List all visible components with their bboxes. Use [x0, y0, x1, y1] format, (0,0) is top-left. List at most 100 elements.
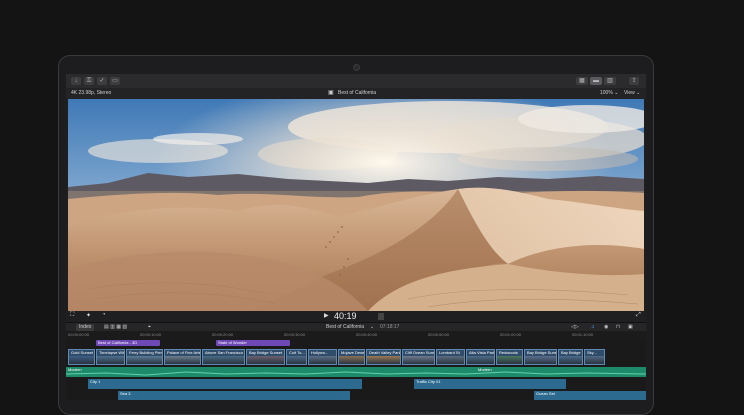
chevron-down-icon: ⌄: [614, 90, 619, 96]
clip-thumbnail: [367, 356, 400, 364]
inspector-toggle-button[interactable]: ▥: [604, 77, 616, 85]
fullscreen-icon[interactable]: ⤢: [636, 312, 641, 319]
clip-thumbnail: [339, 356, 364, 364]
audio-clip-label: Ocean Set: [536, 391, 555, 396]
inspector-icon: ▥: [607, 78, 613, 84]
video-clip[interactable]: Redwoods: [496, 349, 523, 365]
sfx-audio-clip[interactable]: Sea 3: [118, 391, 350, 400]
share-icon: ⇪: [631, 78, 637, 84]
transform-icon[interactable]: ⛶: [70, 312, 74, 319]
ruler-tick: 00:00:10:00: [140, 332, 162, 337]
playback-bar: ⛶ ✦ ◔ ▶ 40:19 ⤢: [66, 311, 646, 322]
browser-toggle-button[interactable]: ▦: [576, 77, 588, 85]
clip-label: Bay Bridge: [561, 350, 581, 355]
check-button[interactable]: ✓: [97, 77, 107, 85]
clip-label: Gold Sunset: [71, 350, 94, 355]
desert-dunes-frame: [68, 99, 644, 311]
timecode-display: 40:19: [334, 311, 357, 321]
video-clip[interactable]: Bay Bridge Sunset: [246, 349, 285, 365]
audio-waveform: [66, 371, 646, 376]
video-clip[interactable]: Hollywo...: [308, 349, 337, 365]
title-clip-label: Best of California - 3D: [98, 340, 138, 345]
timeline-ruler[interactable]: 00:00:00:00 00:00:10:00 00:00:20:00 00:0…: [66, 331, 646, 339]
chevron-down-icon: ⌄: [636, 90, 641, 96]
clip-label: Timelapse With: [99, 350, 125, 355]
clip-thumbnail: [247, 356, 284, 364]
video-clip[interactable]: Palace of Fine Arts: [164, 349, 201, 365]
speed-icon[interactable]: ◔: [102, 312, 106, 318]
clip-thumbnail: [559, 356, 582, 364]
clip-thumbnail: [309, 356, 336, 364]
video-clip[interactable]: Bay Bridge Sunset VFX: [524, 349, 557, 365]
enhance-icon[interactable]: ✦: [86, 312, 91, 319]
title-clip[interactable]: State of Wonder: [216, 340, 290, 346]
clip-label: Coit To...: [289, 350, 305, 355]
ruler-tick: 00:00:30:00: [284, 332, 306, 337]
ruler-tick: 00:01:00:00: [500, 332, 522, 337]
audio-clip-label: City 1: [90, 379, 101, 384]
title-clip-label: State of Wonder: [218, 340, 247, 345]
video-clip[interactable]: Death Valley Park: [366, 349, 401, 365]
audio-clip-label: Sea 3: [120, 391, 131, 396]
zoom-value: 100%: [600, 90, 613, 96]
clip-label: Lombard St: [439, 350, 460, 355]
video-clip[interactable]: Gold Sunset: [68, 349, 95, 365]
video-clip[interactable]: Cliff Ocean Sunset: [402, 349, 435, 365]
video-viewer[interactable]: [68, 99, 644, 311]
clip-thumbnail: [467, 356, 494, 364]
import-button[interactable]: ↓: [71, 77, 81, 85]
view-menu[interactable]: View ⌄: [624, 88, 640, 99]
viewer-info-bar: 4K 23.98p, Stereo ▣ Best of California 1…: [66, 88, 646, 99]
clip-label: Ferry Building Pier 1: [129, 350, 163, 355]
share-button[interactable]: ⇪: [629, 77, 639, 85]
ruler-tick: 00:00:50:00: [428, 332, 450, 337]
video-clip[interactable]: Timelapse With: [96, 349, 125, 365]
timeline-icon: ▬: [593, 78, 599, 84]
clip-thumbnail: [97, 356, 124, 364]
play-icon[interactable]: ▶: [324, 312, 329, 319]
video-clip[interactable]: Sky...: [584, 349, 605, 365]
clip-label: Death Valley Park: [369, 350, 401, 355]
clip-thumbnail: [165, 356, 200, 364]
clip-label: Palace of Fine Arts: [167, 350, 201, 355]
clip-label: Redwoods: [499, 350, 518, 355]
ruler-tick: 00:01:10:00: [572, 332, 594, 337]
sfx-audio-clip[interactable]: City 1: [88, 379, 362, 389]
music-audio-clip[interactable]: Modern Modern: [66, 367, 646, 377]
video-clip[interactable]: Above San Francisco: [202, 349, 245, 365]
key-icon: ⚿: [86, 78, 92, 84]
format-info: 4K 23.98p, Stereo: [71, 90, 112, 96]
sfx-audio-clip[interactable]: Ocean Set: [534, 391, 646, 400]
timeline-toggle-button[interactable]: ▬: [590, 77, 602, 85]
clip-label: Alta Vista Park: [469, 350, 495, 355]
video-clip[interactable]: Mojave Desert: [338, 349, 365, 365]
title-clip[interactable]: Best of California - 3D: [96, 340, 160, 346]
clip-thumbnail: [127, 356, 162, 364]
video-clip[interactable]: Alta Vista Park: [466, 349, 495, 365]
clip-label: Bay Bridge Sunset VFX: [527, 350, 557, 355]
project-title: Best of California: [338, 90, 377, 96]
clip-label: Sky...: [587, 350, 597, 355]
clip-label: Above San Francisco: [205, 350, 244, 355]
video-clip[interactable]: Coit To...: [286, 349, 307, 365]
audio-clip-label: Traffic City 01: [416, 379, 441, 384]
sfx-audio-clip[interactable]: Traffic City 01: [414, 379, 566, 389]
app-toolbar: ↓ ⚿ ✓ ▭ ▦ ▬ ▥ ⇪: [66, 74, 646, 89]
video-clip[interactable]: Lombard St: [436, 349, 465, 365]
clip-label: Bay Bridge Sunset: [249, 350, 283, 355]
grid-icon: ▦: [579, 78, 585, 84]
index-button[interactable]: Index: [76, 324, 95, 331]
clip-thumbnail: [69, 356, 94, 364]
video-clip[interactable]: Ferry Building Pier 1: [126, 349, 163, 365]
video-clip[interactable]: Bay Bridge: [558, 349, 583, 365]
view-label: View: [624, 90, 635, 96]
film-icon: ▣: [328, 90, 334, 96]
clip-thumbnail: [497, 356, 522, 364]
zoom-menu[interactable]: 100% ⌄: [600, 88, 618, 99]
clip-thumbnail: [287, 356, 306, 364]
background-tasks-button[interactable]: ▭: [110, 77, 120, 85]
check-icon: ✓: [99, 78, 105, 84]
primary-storyline: Gold Sunset Timelapse With Ferry Building …: [66, 349, 646, 365]
keyword-button[interactable]: ⚿: [84, 77, 94, 85]
ruler-tick: 00:00:00:00: [68, 332, 90, 337]
